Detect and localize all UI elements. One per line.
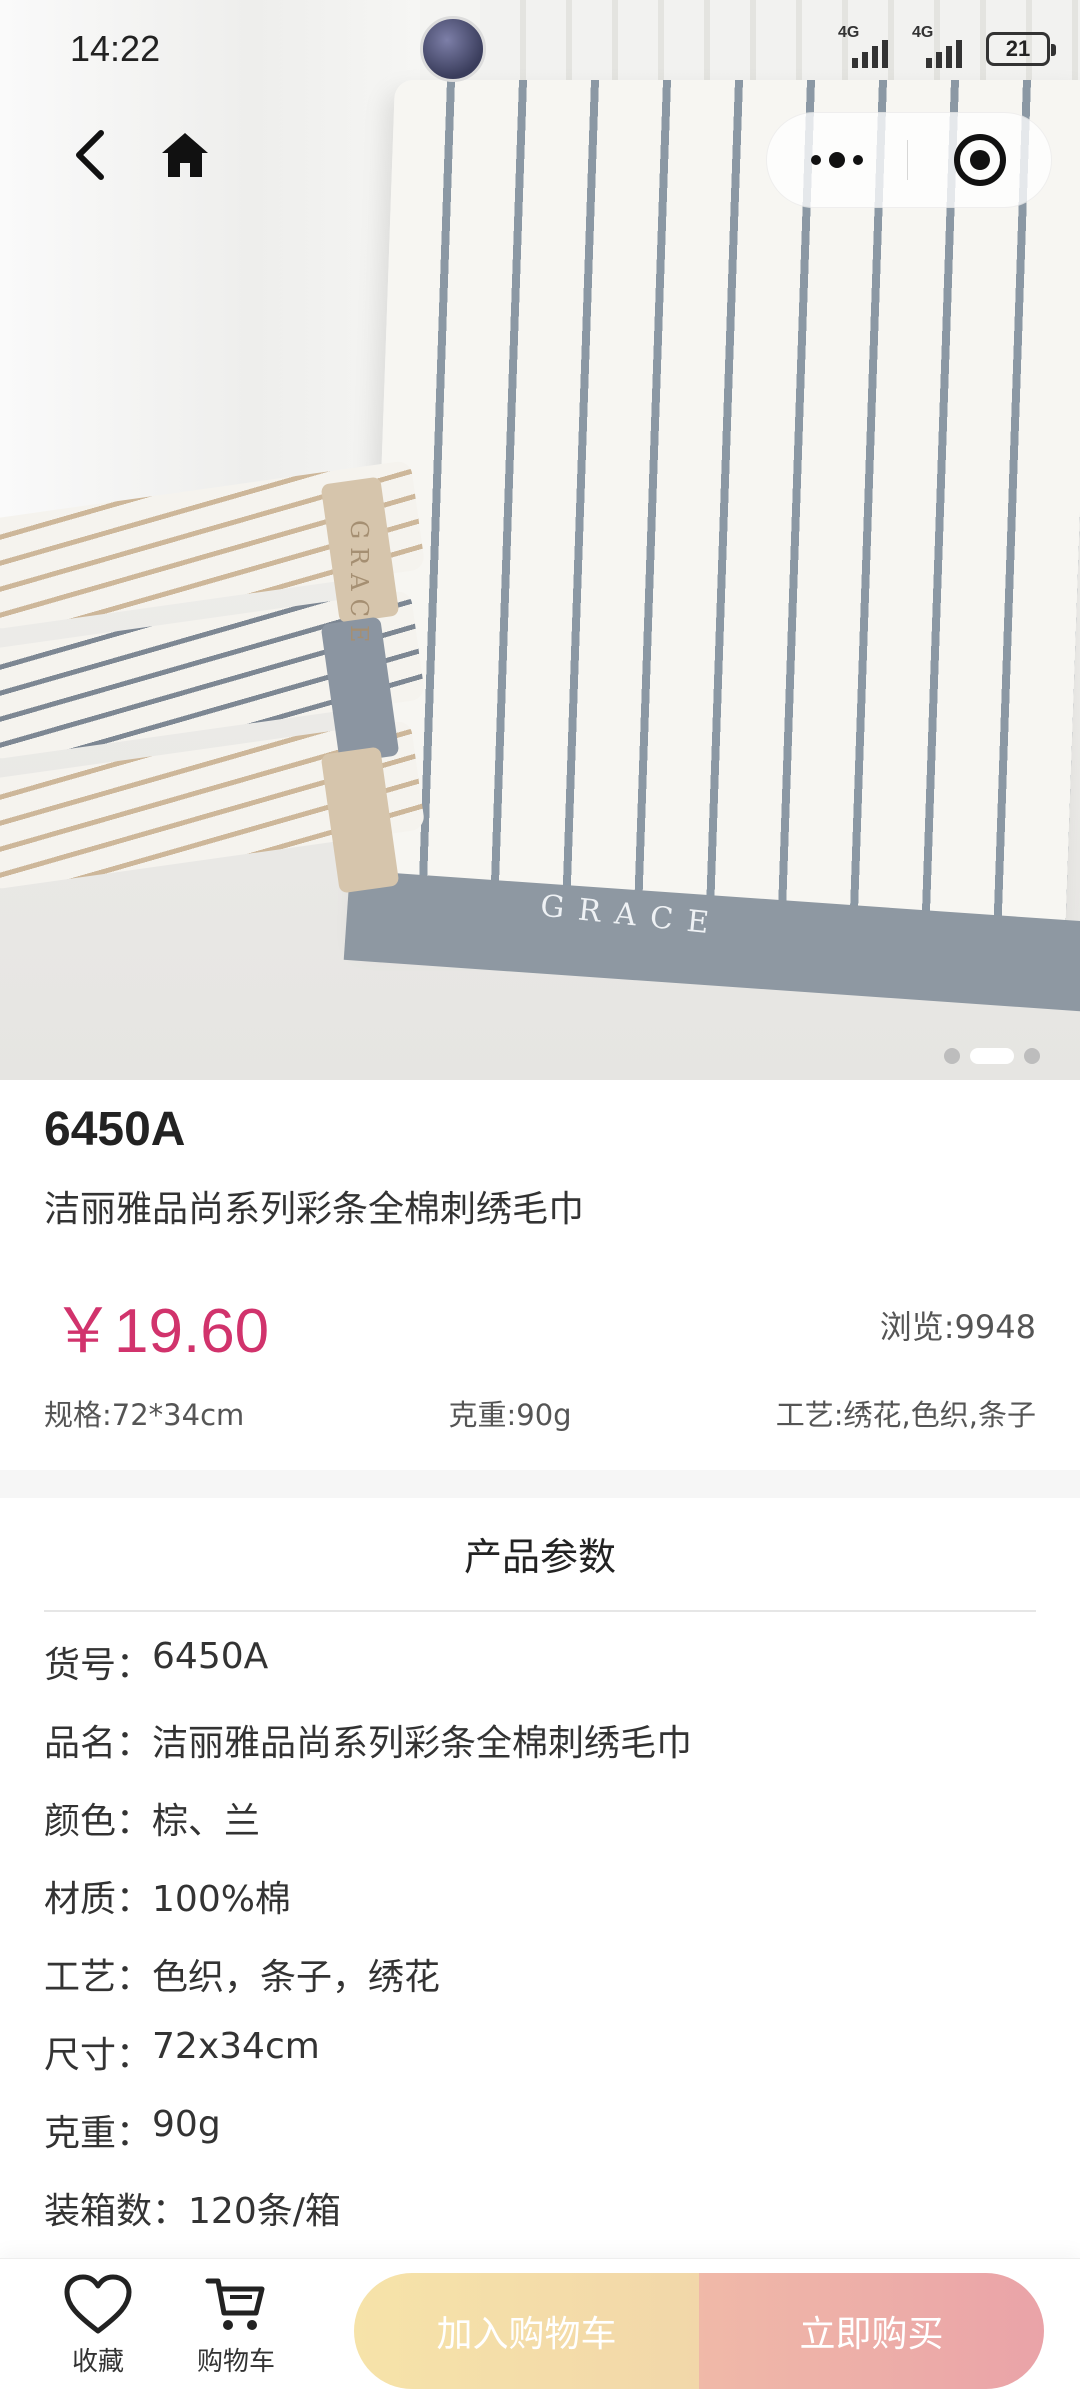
param-row-packing: 装箱数： 120条/箱 — [44, 2182, 341, 2234]
status-icons: 4G 4G 21 — [838, 24, 1056, 68]
param-value: 120条/箱 — [188, 2191, 341, 2232]
battery-level: 21 — [1005, 36, 1031, 61]
param-row-craft: 工艺： 色织，条子，绣花 — [44, 1948, 440, 2000]
cart-label: 购物车 — [196, 2347, 275, 2377]
param-value: 100%棉 — [152, 1879, 291, 1920]
product-price: ￥19.60 — [52, 1297, 270, 1366]
param-row-size: 尺寸： 72x34cm — [44, 2026, 320, 2078]
spec-craft: 工艺:绣花,色织,条子 — [775, 1398, 1036, 1432]
spec-weight: 克重:90g — [448, 1398, 572, 1432]
param-value: 棕、兰 — [152, 1801, 261, 1842]
param-value: 72x34cm — [152, 2026, 320, 2067]
product-code: 6450A — [44, 1103, 186, 1156]
towel-brand-text: GRACE — [345, 520, 373, 651]
carousel-pagination — [944, 1048, 1040, 1064]
param-key: 装箱数： — [44, 2191, 189, 2232]
divider — [44, 1610, 1036, 1612]
home-button[interactable] — [150, 120, 220, 190]
carousel-dot[interactable] — [1024, 1048, 1040, 1064]
param-key: 克重： — [44, 2113, 153, 2154]
more-icon — [811, 155, 821, 165]
param-key: 颜色： — [44, 1801, 153, 1842]
favorite-button[interactable]: 收藏 — [38, 2273, 158, 2378]
battery-icon: 21 — [986, 32, 1056, 66]
purchase-buttons: 加入购物车 立即购买 — [354, 2273, 1044, 2389]
param-value: 色织，条子，绣花 — [152, 1957, 441, 1998]
home-icon — [162, 133, 208, 177]
product-name: 洁丽雅品尚系列彩条全棉刺绣毛巾 — [44, 1189, 585, 1230]
param-row-name: 品名： 洁丽雅品尚系列彩条全棉刺绣毛巾 — [44, 1714, 692, 1766]
status-time: 14:22 — [70, 28, 161, 69]
more-button[interactable] — [767, 113, 907, 207]
back-button[interactable] — [60, 120, 120, 190]
more-icon — [853, 155, 863, 165]
carousel-dot-active[interactable] — [970, 1048, 1014, 1064]
param-key: 货号： — [44, 1645, 153, 1686]
floating-avatar-icon[interactable] — [420, 16, 486, 82]
add-to-cart-button[interactable]: 加入购物车 — [354, 2273, 699, 2389]
status-bar: 14:22 4G 4G 21 — [0, 0, 1080, 100]
section-title: 产品参数 — [463, 1535, 616, 1579]
more-icon — [829, 152, 845, 168]
close-mini-program-button[interactable] — [908, 113, 1051, 207]
cart-icon — [205, 2278, 265, 2330]
heart-icon — [64, 2274, 132, 2334]
param-value: 洁丽雅品尚系列彩条全棉刺绣毛巾 — [152, 1723, 693, 1764]
param-key: 材质： — [44, 1879, 153, 1920]
spec-size: 规格:72*34cm — [44, 1398, 245, 1432]
favorite-label: 收藏 — [71, 2347, 124, 2377]
bottom-action-bar: 收藏 购物车 加入购物车 立即购买 — [0, 2258, 1080, 2400]
back-icon — [76, 130, 104, 180]
cart-button[interactable]: 购物车 — [176, 2273, 296, 2378]
target-icon — [953, 134, 1006, 186]
param-key: 品名： — [44, 1723, 153, 1764]
param-row-material: 材质： 100%棉 — [44, 1870, 291, 1922]
param-row-weight: 克重： 90g — [44, 2104, 221, 2156]
hanging-towel-image — [364, 80, 1080, 940]
product-info: 6450A 洁丽雅品尚系列彩条全棉刺绣毛巾 ￥19.60 浏览:9948 规格:… — [0, 1080, 1080, 1470]
carousel-dot[interactable] — [944, 1048, 960, 1064]
section-divider — [0, 1470, 1080, 1498]
signal-icon: 4G — [912, 24, 972, 68]
param-key: 尺寸： — [44, 2035, 153, 2076]
param-key: 工艺： — [44, 1957, 153, 1998]
param-value: 90g — [152, 2104, 221, 2145]
signal-icon: 4G — [838, 24, 898, 68]
view-count: 浏览:9948 — [879, 1308, 1036, 1346]
param-row-code: 货号： 6450A — [44, 1636, 268, 1688]
param-row-color: 颜色： 棕、兰 — [44, 1792, 260, 1844]
buy-now-button[interactable]: 立即购买 — [699, 2273, 1044, 2389]
mini-program-capsule — [766, 112, 1052, 208]
product-parameters: 产品参数 货号： 6450A 品名： 洁丽雅品尚系列彩条全棉刺绣毛巾 颜色： 棕… — [0, 1498, 1080, 2258]
product-specs: 规格:72*34cm 克重:90g 工艺:绣花,色织,条子 — [44, 1392, 1036, 1434]
param-value: 6450A — [152, 1636, 269, 1677]
